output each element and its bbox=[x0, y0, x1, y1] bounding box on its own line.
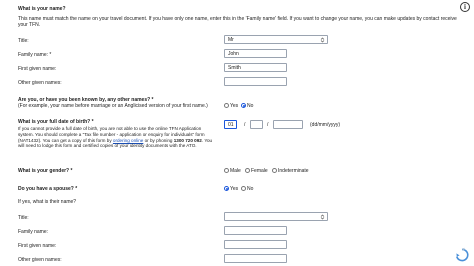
gender-male-label: Male bbox=[230, 168, 241, 174]
gender-indeterminate-label: Indeterminate bbox=[278, 168, 309, 174]
gender-question: What is your gender? * bbox=[18, 168, 73, 174]
dob-hint-phone: 1300 720 092 bbox=[173, 137, 202, 143]
dob-hint-text-2: or by phoning bbox=[144, 137, 173, 143]
name-heading: What is your name? bbox=[18, 6, 66, 12]
gender-female-label: Female bbox=[251, 168, 268, 174]
title-label: Title: bbox=[18, 38, 29, 44]
ordering-online-link[interactable]: ordering online bbox=[113, 138, 143, 143]
chevron-updown-icon bbox=[320, 37, 325, 43]
spouse-yes-label: Yes bbox=[230, 186, 239, 192]
dob-day-field[interactable]: 01 bbox=[224, 120, 237, 129]
chevron-updown-icon bbox=[320, 214, 325, 220]
radio-spouse-yes-selected[interactable] bbox=[224, 186, 229, 191]
dob-month-field[interactable] bbox=[250, 120, 263, 129]
radio-female[interactable] bbox=[245, 168, 250, 173]
first-name-field[interactable]: Smith bbox=[224, 63, 287, 72]
spouse-title-label: Title: bbox=[18, 215, 29, 221]
spouse-other-names-field[interactable] bbox=[224, 254, 287, 263]
dob-hint: If you cannot provide a full date of bir… bbox=[18, 126, 218, 149]
first-name-label: First given name: bbox=[18, 66, 57, 72]
other-names-label: Other given names: bbox=[18, 80, 62, 86]
spouse-no-label: No bbox=[247, 186, 254, 192]
spouse-title-select[interactable] bbox=[224, 212, 328, 221]
radio-male[interactable] bbox=[224, 168, 229, 173]
dob-separator-1: / bbox=[244, 122, 246, 128]
spouse-other-names-label: Other given names: bbox=[18, 257, 62, 263]
gender-indeterminate-option[interactable]: Indeterminate bbox=[272, 168, 309, 174]
title-select[interactable]: Mr bbox=[224, 35, 328, 44]
other-names-yes-label: Yes bbox=[230, 103, 239, 109]
other-names-no-option[interactable]: No bbox=[241, 103, 253, 109]
recaptcha-icon bbox=[456, 247, 469, 262]
spouse-question: Do you have a spouse? * bbox=[18, 186, 78, 192]
gender-female-option[interactable]: Female bbox=[245, 168, 268, 174]
dob-separator-2: / bbox=[267, 122, 269, 128]
spouse-sub-heading: If yes, what is their name? bbox=[18, 199, 77, 205]
spouse-no-option[interactable]: No bbox=[241, 186, 253, 192]
spouse-first-name-label: First given name: bbox=[18, 243, 57, 249]
family-name-label: Family name: * bbox=[18, 52, 52, 58]
title-select-value: Mr bbox=[228, 37, 234, 43]
dob-format-hint: (dd/mm/yyyy) bbox=[310, 122, 340, 128]
radio-yes[interactable] bbox=[224, 103, 229, 108]
spouse-family-name-field[interactable] bbox=[224, 226, 287, 235]
family-name-field[interactable]: John bbox=[224, 49, 287, 58]
radio-spouse-no[interactable] bbox=[241, 186, 246, 191]
other-names-yes-option[interactable]: Yes bbox=[224, 103, 238, 109]
dob-year-field[interactable] bbox=[273, 120, 303, 129]
radio-no-selected[interactable] bbox=[241, 103, 246, 108]
name-description: This name must match the name on your tr… bbox=[18, 16, 457, 29]
other-names-hint: (For example, your name before marriage … bbox=[18, 103, 208, 109]
gender-male-option[interactable]: Male bbox=[224, 168, 241, 174]
spouse-family-name-label: Family name: bbox=[18, 229, 49, 235]
info-icon[interactable]: i bbox=[460, 2, 470, 12]
other-names-no-label: No bbox=[247, 103, 254, 109]
spouse-first-name-field[interactable] bbox=[224, 240, 287, 249]
spouse-yes-option[interactable]: Yes bbox=[224, 186, 238, 192]
dob-question: What is your full date of birth? * bbox=[18, 119, 94, 125]
radio-indeterminate[interactable] bbox=[272, 168, 277, 173]
other-names-field[interactable] bbox=[224, 77, 287, 86]
